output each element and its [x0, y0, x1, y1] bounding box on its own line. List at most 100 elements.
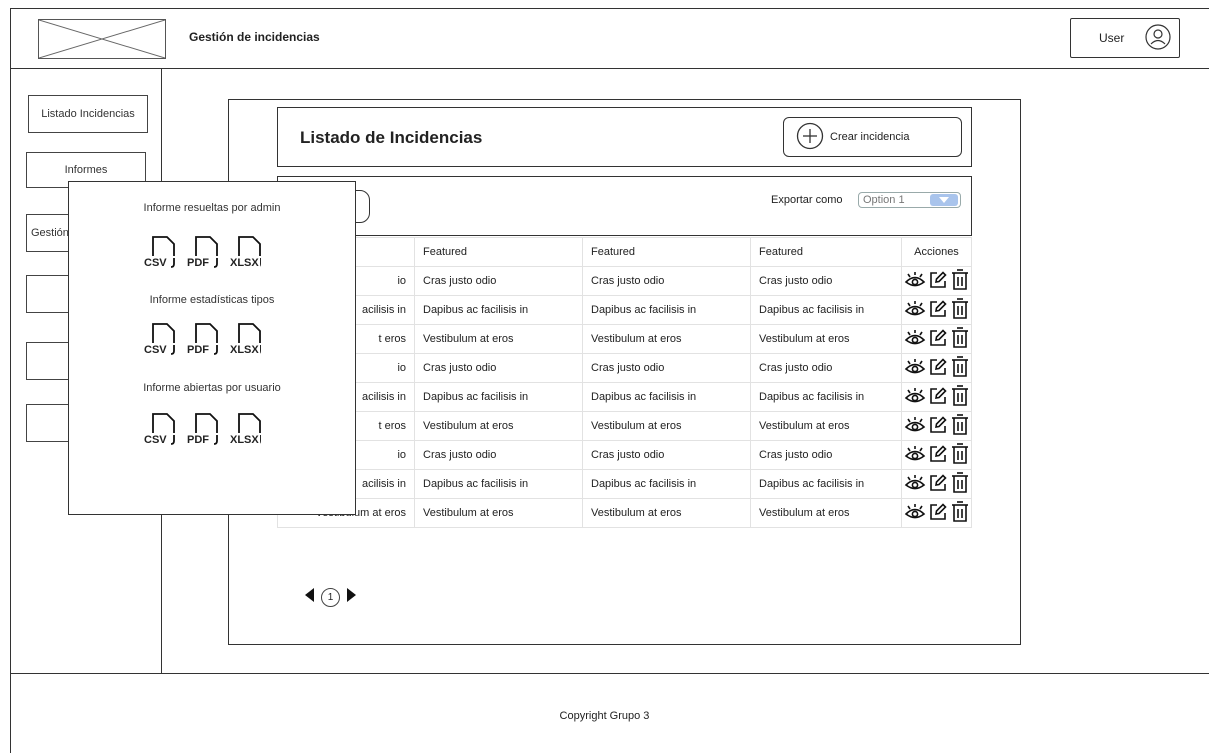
- eye-icon[interactable]: [904, 502, 926, 525]
- prev-page-icon[interactable]: [305, 588, 315, 607]
- file-type-label: XLSX: [229, 434, 260, 446]
- trash-icon[interactable]: [950, 355, 970, 381]
- create-incident-button[interactable]: Crear incidencia: [783, 117, 962, 157]
- sidebar-item-listado[interactable]: Listado Incidencias: [28, 95, 148, 133]
- file-type-label: PDF: [186, 344, 210, 356]
- reports-popup: Informe resueltas por admin CSV PDF XLSX I…: [68, 181, 356, 515]
- table-cell: Cras justo odio: [414, 440, 583, 470]
- table-cell: Dapibus ac facilisis in: [414, 295, 583, 325]
- table-row[interactable]: io Cras justo odio Cras justo odio Cras jus…: [277, 266, 972, 296]
- table-cell: Cras justo odio: [414, 353, 583, 383]
- pdf-file-icon[interactable]: PDF: [186, 321, 226, 359]
- table-cell: Vestibulum at eros: [414, 324, 583, 354]
- edit-icon[interactable]: [928, 328, 948, 351]
- table-cell: Cras justo odio: [582, 353, 751, 383]
- edit-icon[interactable]: [928, 473, 948, 496]
- eye-icon[interactable]: [904, 386, 926, 409]
- footer-divider: [10, 673, 1209, 674]
- trash-icon[interactable]: [950, 268, 970, 294]
- user-icon: [1145, 23, 1171, 53]
- row-actions: [901, 353, 972, 383]
- eye-icon[interactable]: [904, 444, 926, 467]
- table-row[interactable]: acilisis in Dapibus ac facilisis in Dapibu…: [277, 382, 972, 412]
- table-cell: Vestibulum at eros: [582, 498, 751, 528]
- footer-copyright: Copyright Grupo 3: [559, 710, 650, 722]
- table-cell: Vestibulum at eros: [414, 498, 583, 528]
- eye-icon[interactable]: [904, 357, 926, 380]
- table-header-row: Featured Featured Featured Acciones: [277, 237, 972, 267]
- edit-icon[interactable]: [928, 386, 948, 409]
- table-cell: Dapibus ac facilisis in: [582, 382, 751, 412]
- user-button[interactable]: User: [1070, 18, 1180, 58]
- page-title: Listado de Incidencias: [300, 128, 483, 147]
- xlsx-file-icon[interactable]: XLSX: [229, 234, 269, 272]
- column-header[interactable]: Featured: [750, 237, 902, 267]
- header-divider: [10, 68, 1209, 69]
- trash-icon[interactable]: [950, 297, 970, 323]
- table-row[interactable]: acilisis in Dapibus ac facilisis in Dapibu…: [277, 469, 972, 499]
- edit-icon[interactable]: [928, 444, 948, 467]
- table-row[interactable]: Vestibulum at eros Vestibulum at eros Vest…: [277, 498, 972, 528]
- trash-icon[interactable]: [950, 471, 970, 497]
- pdf-file-icon[interactable]: PDF: [186, 411, 226, 449]
- edit-icon[interactable]: [928, 502, 948, 525]
- page-number[interactable]: 1: [321, 588, 340, 607]
- table-row[interactable]: io Cras justo odio Cras justo odio Cras jus…: [277, 353, 972, 383]
- csv-file-icon[interactable]: CSV: [143, 411, 183, 449]
- table-cell: Dapibus ac facilisis in: [582, 469, 751, 499]
- eye-icon[interactable]: [904, 328, 926, 351]
- eye-icon[interactable]: [904, 415, 926, 438]
- pdf-file-icon[interactable]: PDF: [186, 234, 226, 272]
- file-type-label: CSV: [143, 344, 168, 356]
- csv-file-icon[interactable]: CSV: [143, 234, 183, 272]
- xlsx-file-icon[interactable]: XLSX: [229, 321, 269, 359]
- next-page-icon[interactable]: [346, 588, 356, 607]
- eye-icon[interactable]: [904, 270, 926, 293]
- trash-icon[interactable]: [950, 384, 970, 410]
- edit-icon[interactable]: [928, 270, 948, 293]
- file-type-label: PDF: [186, 434, 210, 446]
- column-header[interactable]: Featured: [414, 237, 583, 267]
- report-title: Informe abiertas por usuario: [143, 382, 281, 394]
- file-type-label: CSV: [143, 434, 168, 446]
- table-cell: Cras justo odio: [582, 440, 751, 470]
- edit-icon[interactable]: [928, 299, 948, 322]
- row-actions: [901, 266, 972, 296]
- report-title: Informe resueltas por admin: [143, 202, 281, 214]
- table-cell: Dapibus ac facilisis in: [750, 382, 902, 412]
- table-row[interactable]: acilisis in Dapibus ac facilisis in Dapibu…: [277, 295, 972, 325]
- sidebar-item-label: Gestión: [31, 227, 69, 239]
- incidents-table: Featured Featured Featured Acciones io Cr…: [277, 237, 972, 528]
- table-cell: Vestibulum at eros: [750, 324, 902, 354]
- row-actions: [901, 295, 972, 325]
- trash-icon[interactable]: [950, 442, 970, 468]
- table-row[interactable]: t eros Vestibulum at eros Vestibulum at er…: [277, 324, 972, 354]
- user-label: User: [1099, 31, 1125, 45]
- table-cell: Cras justo odio: [750, 266, 902, 296]
- row-actions: [901, 382, 972, 412]
- eye-icon[interactable]: [904, 473, 926, 496]
- trash-icon[interactable]: [950, 413, 970, 439]
- file-type-label: XLSX: [229, 344, 260, 356]
- table-row[interactable]: io Cras justo odio Cras justo odio Cras jus…: [277, 440, 972, 470]
- column-header[interactable]: Featured: [582, 237, 751, 267]
- edit-icon[interactable]: [928, 415, 948, 438]
- table-cell: Vestibulum at eros: [582, 324, 751, 354]
- csv-file-icon[interactable]: CSV: [143, 321, 183, 359]
- export-format-select[interactable]: Option 1: [858, 192, 961, 208]
- edit-icon[interactable]: [928, 357, 948, 380]
- file-type-label: PDF: [186, 257, 210, 269]
- sidebar-item-label: Informes: [64, 164, 108, 176]
- trash-icon[interactable]: [950, 326, 970, 352]
- xlsx-file-icon[interactable]: XLSX: [229, 411, 269, 449]
- report-title: Informe estadísticas tipos: [149, 294, 275, 306]
- logo-placeholder: [38, 19, 166, 59]
- table-row[interactable]: t eros Vestibulum at eros Vestibulum at er…: [277, 411, 972, 441]
- eye-icon[interactable]: [904, 299, 926, 322]
- table-cell: Cras justo odio: [750, 353, 902, 383]
- file-type-label: XLSX: [229, 257, 260, 269]
- table-cell: Cras justo odio: [750, 440, 902, 470]
- trash-icon[interactable]: [950, 500, 970, 526]
- table-cell: Cras justo odio: [414, 266, 583, 296]
- row-actions: [901, 324, 972, 354]
